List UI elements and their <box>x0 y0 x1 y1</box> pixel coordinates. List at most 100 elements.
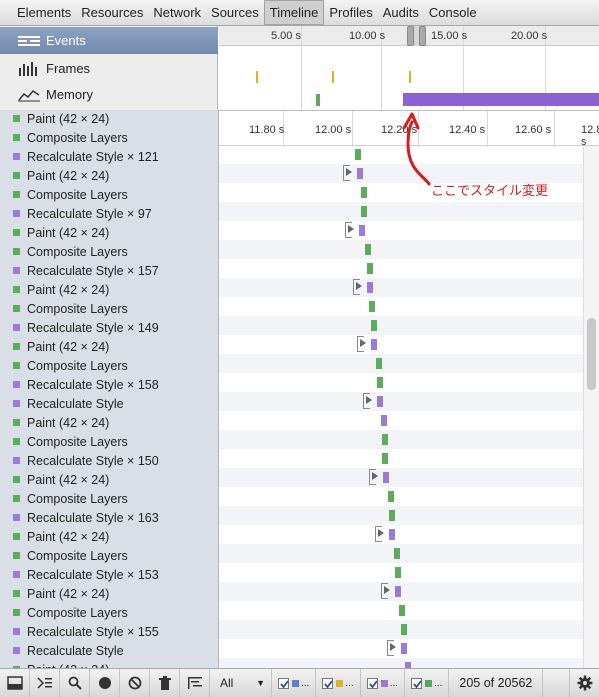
record-row[interactable]: Paint (42 × 24) <box>0 280 218 299</box>
record-row[interactable]: Recalculate Style × 158 <box>0 375 218 394</box>
record-bar[interactable] <box>357 168 363 179</box>
record-bar[interactable] <box>388 491 394 502</box>
record-row[interactable]: Paint (42 × 24) <box>0 470 218 489</box>
record-bar-row[interactable] <box>219 658 583 668</box>
record-bar-row[interactable] <box>219 544 583 563</box>
checkbox[interactable] <box>278 677 289 689</box>
glue-records-button[interactable] <box>180 669 210 697</box>
expand-triangle-icon[interactable] <box>384 586 390 594</box>
record-bar[interactable] <box>394 548 400 559</box>
record-bar[interactable] <box>401 643 407 654</box>
record-bar[interactable] <box>369 301 375 312</box>
record-row[interactable]: Paint (42 × 24) <box>0 110 218 128</box>
record-row[interactable]: Composite Layers <box>0 299 218 318</box>
record-bar[interactable] <box>377 396 383 407</box>
record-bar[interactable] <box>361 187 367 198</box>
record-bar[interactable] <box>395 567 401 578</box>
record-bar-row[interactable] <box>219 582 583 601</box>
record-bar[interactable] <box>367 282 373 293</box>
record-row[interactable]: Recalculate Style × 150 <box>0 451 218 470</box>
record-bar[interactable] <box>376 358 382 369</box>
record-bar-row[interactable] <box>219 278 583 297</box>
record-bar-row[interactable] <box>219 392 583 411</box>
record-row[interactable]: Composite Layers <box>0 432 218 451</box>
dock-button[interactable] <box>0 669 30 697</box>
category-filter-checkbox[interactable]: ... <box>361 669 406 697</box>
record-bar[interactable] <box>399 605 405 616</box>
record-bar[interactable] <box>381 415 387 426</box>
category-filter-checkbox[interactable]: ... <box>316 669 361 697</box>
record-bar-row[interactable] <box>219 525 583 544</box>
record-row[interactable]: Composite Layers <box>0 242 218 261</box>
record-bar[interactable] <box>371 339 377 350</box>
record-bar[interactable] <box>395 586 401 597</box>
overview-graph[interactable]: 5.00 s 10.00 s 15.00 s 20.00 s <box>219 26 599 110</box>
record-bar-row[interactable] <box>219 354 583 373</box>
search-button[interactable] <box>60 669 90 697</box>
record-bar-row[interactable] <box>219 297 583 316</box>
record-bar-row[interactable] <box>219 430 583 449</box>
overview-events[interactable]: Events <box>0 27 218 54</box>
record-row[interactable]: Recalculate Style × 157 <box>0 261 218 280</box>
tab-console[interactable]: Console <box>424 1 482 24</box>
record-row[interactable]: Composite Layers <box>0 356 218 375</box>
checkbox[interactable] <box>322 677 334 689</box>
record-bar[interactable] <box>355 149 361 160</box>
expand-triangle-icon[interactable] <box>366 396 372 404</box>
category-filter-checkbox[interactable]: ... <box>405 669 450 697</box>
overview-memory[interactable]: Memory <box>0 81 218 108</box>
record-bar-row[interactable] <box>219 563 583 582</box>
record-bar-row[interactable] <box>219 639 583 658</box>
overview-range-handle-right[interactable] <box>419 26 426 46</box>
record-bar[interactable] <box>377 377 383 388</box>
checkbox[interactable] <box>411 677 423 689</box>
record-row[interactable]: Paint (42 × 24) <box>0 527 218 546</box>
garbage-collect-button[interactable] <box>150 669 180 697</box>
record-row[interactable]: Recalculate Style × 149 <box>0 318 218 337</box>
record-row[interactable]: Composite Layers <box>0 128 218 147</box>
record-bar-row[interactable] <box>219 601 583 620</box>
record-row[interactable]: Recalculate Style <box>0 641 218 660</box>
record-row[interactable]: Paint (42 × 24) <box>0 223 218 242</box>
record-row[interactable]: Recalculate Style × 163 <box>0 508 218 527</box>
record-row[interactable]: Paint (42 × 24) <box>0 660 218 668</box>
record-bar-row[interactable] <box>219 487 583 506</box>
filter-select[interactable]: All ▼ <box>210 669 272 697</box>
overview-range-handle-left[interactable] <box>407 26 414 46</box>
checkbox[interactable] <box>366 677 378 689</box>
tab-audits[interactable]: Audits <box>378 1 424 24</box>
record-bar[interactable] <box>359 225 365 236</box>
record-row[interactable]: Composite Layers <box>0 489 218 508</box>
expand-triangle-icon[interactable] <box>378 529 384 537</box>
clear-button[interactable] <box>120 669 150 697</box>
expand-triangle-icon[interactable] <box>390 643 396 651</box>
record-bars[interactable] <box>219 146 583 668</box>
record-row[interactable]: Paint (42 × 24) <box>0 337 218 356</box>
expand-triangle-icon[interactable] <box>346 168 352 176</box>
vertical-scrollbar[interactable] <box>583 146 599 668</box>
record-bar-row[interactable] <box>219 373 583 392</box>
record-bar[interactable] <box>361 206 367 217</box>
record-bar-row[interactable] <box>219 259 583 278</box>
record-bar[interactable] <box>371 320 377 331</box>
record-bar-row[interactable] <box>219 506 583 525</box>
record-row[interactable]: Recalculate Style <box>0 394 218 413</box>
expand-triangle-icon[interactable] <box>372 472 378 480</box>
record-bar[interactable] <box>382 434 388 445</box>
scrollbar-thumb[interactable] <box>587 318 596 390</box>
record-bar-row[interactable] <box>219 335 583 354</box>
record-bar[interactable] <box>389 529 395 540</box>
record-bar[interactable] <box>367 263 373 274</box>
record-bar[interactable] <box>389 510 395 521</box>
record-row[interactable]: Paint (42 × 24) <box>0 413 218 432</box>
expand-triangle-icon[interactable] <box>356 282 362 290</box>
record-row[interactable]: Composite Layers <box>0 546 218 565</box>
record-bar-row[interactable] <box>219 202 583 221</box>
tab-network[interactable]: Network <box>148 1 206 24</box>
record-row[interactable]: Paint (42 × 24) <box>0 166 218 185</box>
record-row[interactable]: Composite Layers <box>0 185 218 204</box>
settings-button[interactable] <box>569 669 599 697</box>
tab-elements[interactable]: Elements <box>12 1 76 24</box>
record-bar[interactable] <box>383 472 389 483</box>
record-bar-row[interactable] <box>219 316 583 335</box>
